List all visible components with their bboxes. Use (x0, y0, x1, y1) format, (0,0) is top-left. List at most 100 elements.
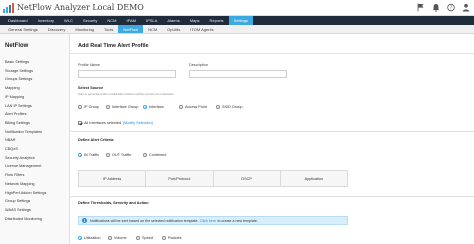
sidebar-item-mapping[interactable]: Mapping (5, 84, 46, 93)
criteria-option-out-traffic[interactable]: OUT Traffic (106, 153, 143, 157)
main-nav-wlc[interactable]: WLC (59, 16, 78, 25)
main-nav-alarms[interactable]: Alarms (162, 16, 184, 25)
sidebar-item-network-mapping[interactable]: Network Mapping (5, 180, 46, 189)
sub-nav-ncm[interactable]: NCM (143, 25, 162, 33)
radio-icon[interactable] (143, 153, 147, 157)
main-nav-dashboard[interactable]: Dashboard (3, 16, 33, 25)
title-divider (70, 53, 474, 54)
source-option-access-point[interactable]: Access Point (179, 105, 216, 109)
select-source-title: Select Source (78, 86, 104, 90)
radio-icon[interactable] (179, 105, 183, 109)
sidebar-item-notification-templates[interactable]: Notification Templates (5, 128, 46, 137)
sidebar-item-billing-settings[interactable]: Billing Settings (5, 119, 46, 128)
source-radio-group: IP Group Interface Group Interface Acces… (78, 105, 242, 109)
radio-icon[interactable] (108, 236, 112, 240)
thresholds-title: Define Thresholds, Severity and Action (78, 201, 149, 205)
main-content: Add Real Time Alert Profile Profile Name… (70, 34, 474, 244)
section-divider (70, 131, 474, 132)
metric-option-packets[interactable]: Packets (162, 236, 182, 240)
sidebar-menu: Basic Settings Storage Settings Groups S… (5, 58, 46, 223)
radio-icon[interactable] (162, 236, 166, 240)
metric-option-utilization[interactable]: Utilization (78, 236, 108, 240)
sidebar-item-distributed-monitoring[interactable]: Distributed Monitoring (5, 215, 46, 224)
sidebar-item-ip-mapping[interactable]: IP Mapping (5, 93, 46, 102)
sub-nav-monitoring[interactable]: Monitoring (70, 25, 99, 33)
info-icon (82, 218, 87, 223)
notification-notice: Notifications will be sent based on the … (78, 216, 348, 225)
main-nav-maps[interactable]: Maps (185, 16, 205, 25)
profile-name-label: Profile Name (78, 63, 100, 67)
notice-suffix: to create a new template. (217, 218, 258, 223)
main-nav-reports[interactable]: Reports (205, 16, 229, 25)
title-bar: NetFlow Analyzer Local DEMO ? (0, 0, 474, 16)
criteria-option-combined[interactable]: Combined (143, 153, 166, 157)
sub-nav-discovery[interactable]: Discovery (43, 25, 71, 33)
source-option-interface[interactable]: Interface (143, 105, 179, 109)
tab-application[interactable]: Application (281, 171, 347, 186)
radio-selected-icon[interactable] (78, 236, 82, 240)
create-template-link[interactable]: Click here (200, 219, 216, 223)
sidebar-item-license-management[interactable]: License Management (5, 162, 46, 171)
main-nav-inventory[interactable]: Inventory (33, 16, 59, 25)
radio-icon[interactable] (106, 105, 110, 109)
help-icon[interactable]: ? (447, 3, 455, 12)
main-nav-ipsla[interactable]: IPSLA (141, 16, 162, 25)
sub-nav: General Settings Discovery Monitoring To… (0, 25, 474, 34)
radio-icon[interactable] (78, 105, 82, 109)
flag-icon[interactable] (417, 3, 425, 12)
sub-nav-oputils[interactable]: OpUtils (162, 25, 185, 33)
tab-port-protocol[interactable]: Port/Protocol (146, 171, 214, 186)
metric-option-volume[interactable]: Volume (108, 236, 136, 240)
sidebar-item-lan-ip-settings[interactable]: LAN IP Settings (5, 102, 46, 111)
user-icon[interactable] (462, 3, 470, 12)
source-option-interface-group[interactable]: Interface Group (106, 105, 143, 109)
title-bar-icons: ? (417, 3, 470, 12)
radio-icon[interactable] (136, 236, 140, 240)
radio-icon[interactable] (216, 105, 220, 109)
sidebar-item-highperf-addon-settings[interactable]: HighPerf Addon Settings (5, 189, 46, 198)
sub-nav-tools[interactable]: Tools (99, 25, 118, 33)
all-interfaces-checkbox-row: All Interfaces selected (Modify Selectio… (78, 121, 153, 125)
sidebar-item-alert-profiles[interactable]: Alert Profiles (5, 110, 46, 119)
sidebar-item-storage-settings[interactable]: Storage Settings (5, 67, 46, 76)
tab-ip-address[interactable]: IP Address (79, 171, 147, 186)
sidebar-item-basic-settings[interactable]: Basic Settings (5, 58, 46, 67)
all-interfaces-label: All Interfaces selected (84, 121, 122, 125)
alert-criteria-radio-group: IN Traffic OUT Traffic Combined (78, 153, 166, 157)
source-option-ssid-group[interactable]: SSID Group (216, 105, 242, 109)
sub-nav-netflow[interactable]: NetFlow (118, 25, 144, 33)
app-title: NetFlow Analyzer Local DEMO (17, 3, 144, 12)
filter-tabs: IP Address Port/Protocol DSCP Applicatio… (78, 170, 348, 187)
sidebar-item-cbqos[interactable]: CBQoS (5, 145, 46, 154)
sub-nav-itom-agents[interactable]: ITOM Agents (185, 25, 218, 33)
sidebar-item-waas-settings[interactable]: WAAS Settings (5, 206, 46, 215)
main-nav: Dashboard Inventory WLC Security NCM IPA… (0, 16, 474, 25)
tab-dscp[interactable]: DSCP (214, 171, 281, 186)
radio-selected-icon[interactable] (143, 105, 147, 109)
main-nav-settings[interactable]: Settings (228, 16, 254, 25)
modify-selection-link[interactable]: (Modify Selection) (123, 121, 153, 125)
radio-icon[interactable] (106, 153, 110, 157)
source-option-ip-group[interactable]: IP Group (78, 105, 106, 109)
profile-name-input[interactable] (78, 70, 176, 78)
section-divider (70, 196, 474, 197)
netflow-logo-icon (3, 3, 14, 13)
sidebar-item-security-analytics[interactable]: Security Analytics (5, 154, 46, 163)
radio-selected-icon[interactable] (78, 153, 82, 157)
metric-option-speed[interactable]: Speed (136, 236, 162, 240)
checkbox-checked-icon[interactable] (78, 121, 82, 125)
notice-text: Notifications will be sent based on the … (90, 218, 199, 223)
sidebar-item-group-settings[interactable]: Group Settings (5, 197, 46, 206)
main-nav-security[interactable]: Security (78, 16, 102, 25)
sub-nav-general-settings[interactable]: General Settings (3, 25, 43, 33)
main-nav-ncm[interactable]: NCM (102, 16, 121, 25)
sidebar-item-groups-settings[interactable]: Groups Settings (5, 75, 46, 84)
sidebar-item-flow-filters[interactable]: Flow Filters (5, 171, 46, 180)
sidebar-item-nbar[interactable]: NBAR (5, 136, 46, 145)
bell-icon[interactable] (432, 3, 440, 12)
main-nav-ipam[interactable]: IPAM (121, 16, 140, 25)
description-input[interactable] (189, 70, 287, 78)
criteria-option-in-traffic[interactable]: IN Traffic (78, 153, 106, 157)
threshold-metric-radio-group: Utilization Volume Speed Packets (78, 236, 182, 240)
alert-criteria-title: Define Alert Criteria (78, 138, 114, 142)
